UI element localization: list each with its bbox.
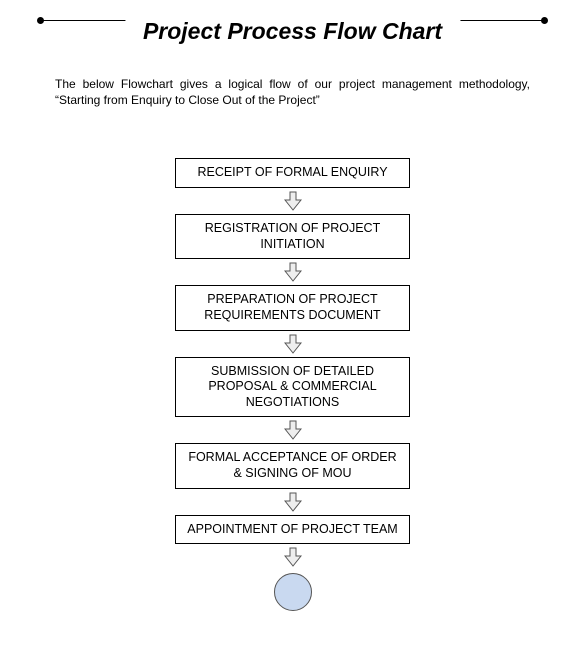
flowchart: RECEIPT OF FORMAL ENQUIRY REGISTRATION O… <box>0 158 585 611</box>
step-box: APPOINTMENT OF PROJECT TEAM <box>175 515 410 545</box>
step-box: RECEIPT OF FORMAL ENQUIRY <box>175 158 410 188</box>
down-arrow-icon <box>284 334 302 354</box>
title-bar: Project Process Flow Chart <box>40 20 545 21</box>
step-box: REGISTRATION OF PROJECT INITIATION <box>175 214 410 259</box>
step-box: SUBMISSION OF DETAILED PROPOSAL & COMMER… <box>175 357 410 418</box>
step-box: FORMAL ACCEPTANCE OF ORDER & SIGNING OF … <box>175 443 410 488</box>
down-arrow-icon <box>284 191 302 211</box>
description-text: The below Flowchart gives a logical flow… <box>55 76 530 108</box>
down-arrow-icon <box>284 547 302 567</box>
down-arrow-icon <box>284 420 302 440</box>
down-arrow-icon <box>284 492 302 512</box>
page-title: Project Process Flow Chart <box>125 18 460 45</box>
down-arrow-icon <box>284 262 302 282</box>
step-box: PREPARATION OF PROJECT REQUIREMENTS DOCU… <box>175 285 410 330</box>
terminator-circle <box>274 573 312 611</box>
